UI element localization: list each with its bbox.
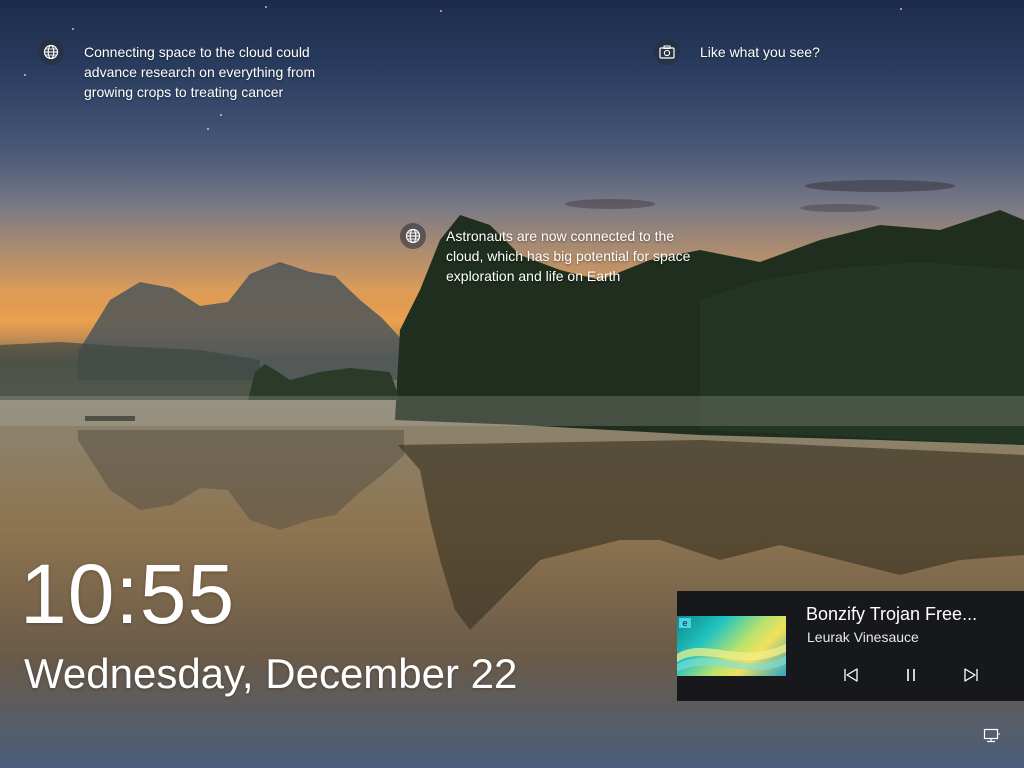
- star: [72, 28, 74, 30]
- star: [207, 128, 209, 130]
- album-art: e: [677, 616, 786, 676]
- star: [24, 74, 26, 76]
- lock-screen[interactable]: Connecting space to the cloud could adva…: [0, 0, 1024, 768]
- camera-icon: [654, 39, 680, 65]
- spotlight-tip-text: Connecting space to the cloud could adva…: [84, 44, 316, 100]
- previous-track-icon: [844, 668, 858, 682]
- previous-track-button[interactable]: [839, 663, 863, 687]
- network-icon[interactable]: [982, 727, 1002, 745]
- star: [265, 6, 267, 8]
- spotlight-tip-center[interactable]: Astronauts are now connected to the clou…: [400, 222, 720, 288]
- next-track-button[interactable]: [959, 663, 983, 687]
- star: [220, 114, 222, 116]
- media-player-panel: e Bonzify Trojan Free... Leurak Vinesauc…: [677, 591, 1024, 701]
- spotlight-tip-like[interactable]: Like what you see?: [654, 38, 854, 66]
- pause-icon: [907, 669, 915, 681]
- star: [440, 10, 442, 12]
- spotlight-tip-top-left[interactable]: Connecting space to the cloud could adva…: [38, 38, 368, 104]
- clock-time: 10:55: [20, 547, 236, 641]
- media-title: Bonzify Trojan Free...: [806, 604, 978, 624]
- pause-button[interactable]: [899, 663, 923, 687]
- media-artist: Leurak Vinesauce: [807, 629, 919, 645]
- globe-icon: [400, 223, 426, 249]
- clock-date: Wednesday, December 22: [24, 650, 518, 697]
- spotlight-tip-text: Astronauts are now connected to the clou…: [446, 228, 691, 284]
- star: [900, 8, 902, 10]
- globe-icon: [38, 39, 64, 65]
- spotlight-tip-text: Like what you see?: [700, 44, 820, 60]
- next-track-icon: [964, 668, 978, 682]
